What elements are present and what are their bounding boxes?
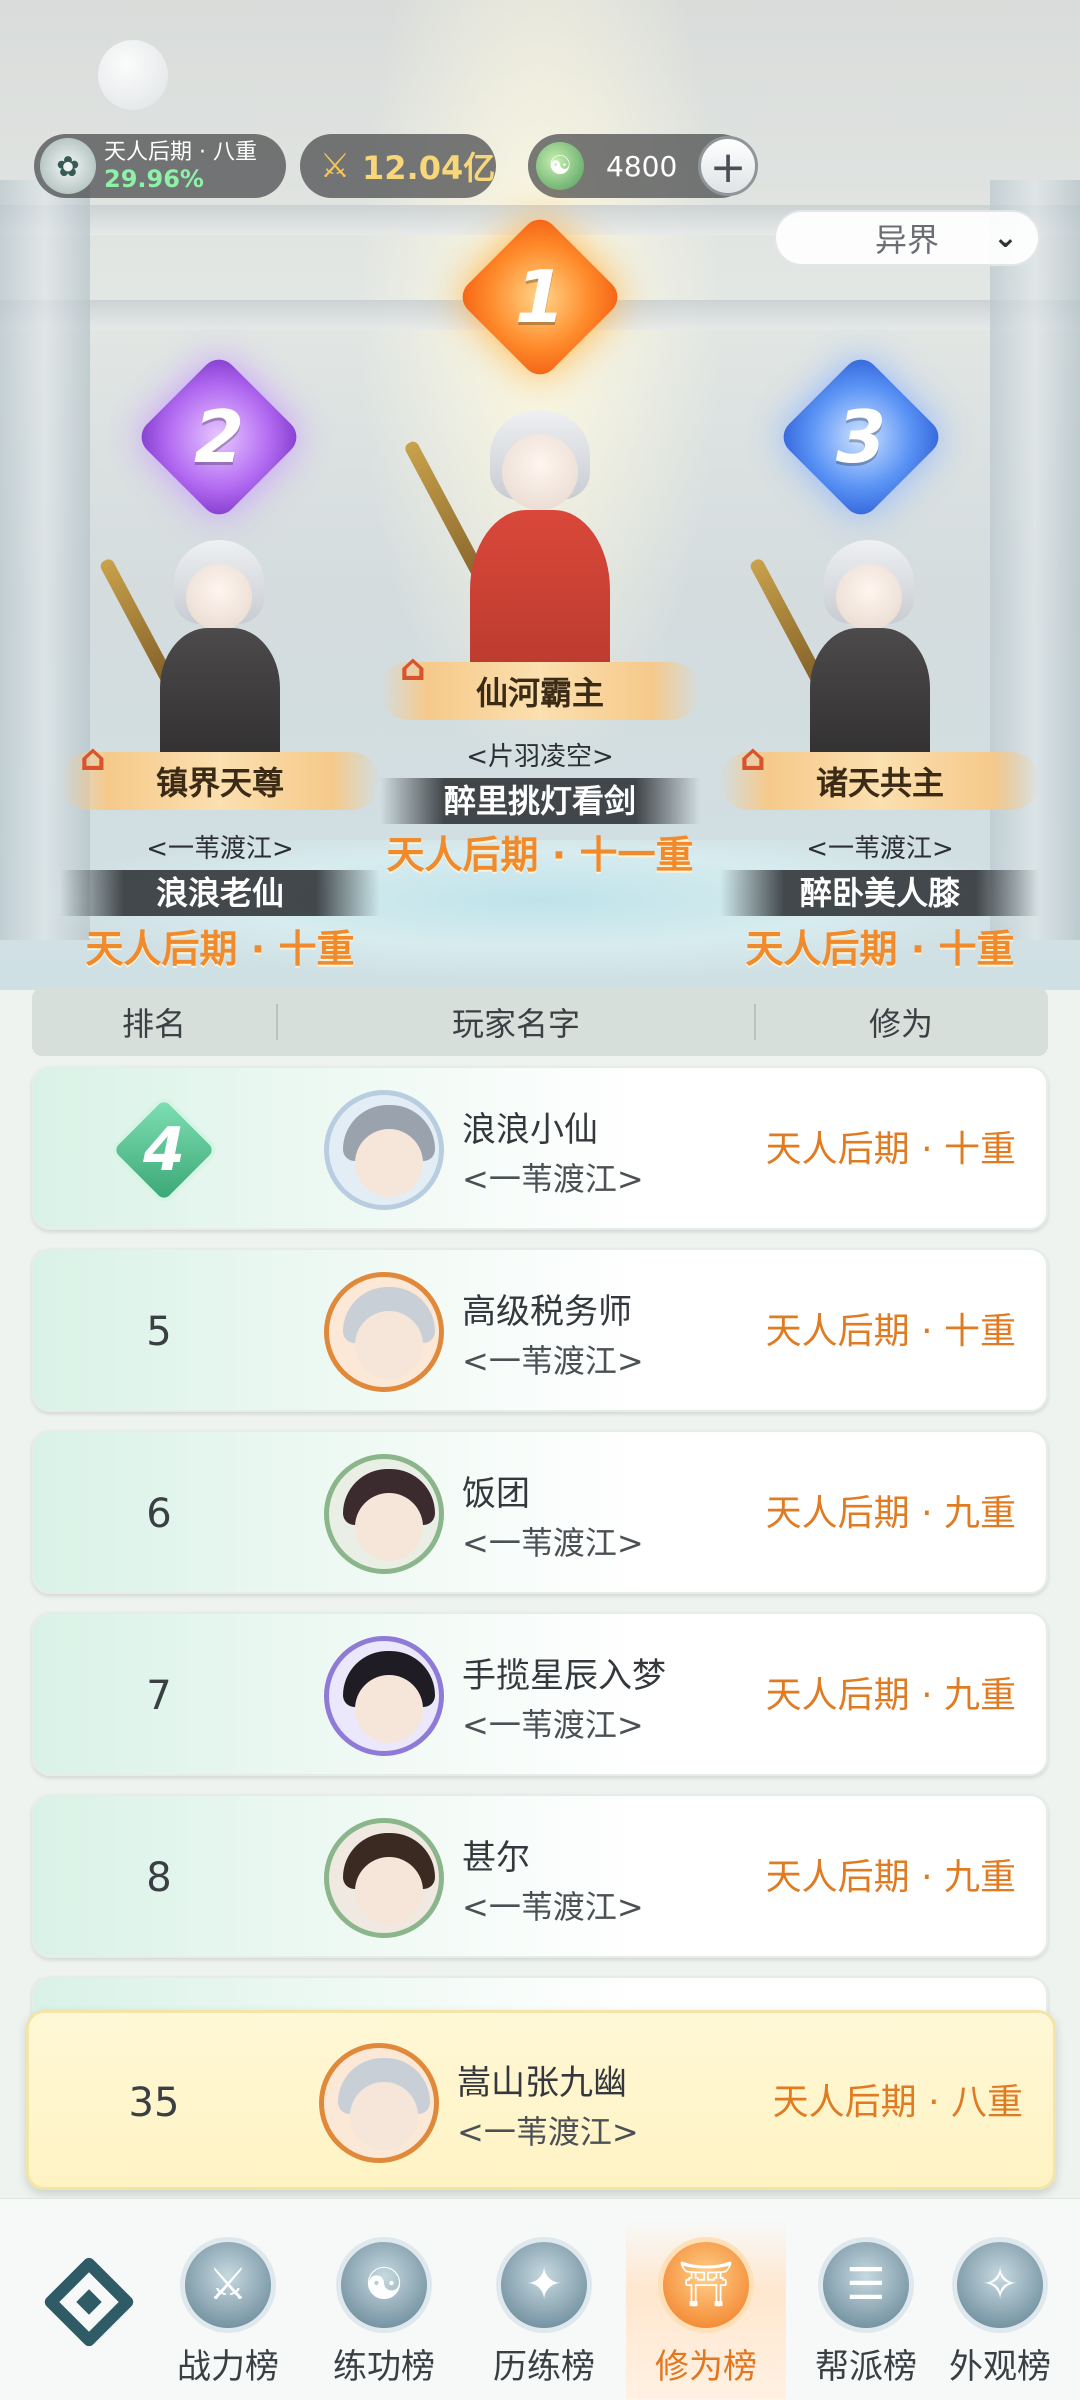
tab-cultivation-ranking[interactable]: ⛩ 修为榜 (626, 2219, 786, 2399)
sword-icon: ⚔ (180, 2237, 276, 2333)
rank-3-emblem: 3 (776, 352, 946, 522)
table-row[interactable]: 5 高级税务师 <一苇渡江> 天人后期 · 十重 (32, 1248, 1048, 1412)
table-row[interactable]: 4 浪浪小仙 <一苇渡江> 天人后期 · 十重 (32, 1066, 1048, 1230)
rank-1-player-name[interactable]: 醉里挑灯看剑 (380, 778, 700, 824)
row-level: 天人后期 · 九重 (765, 1857, 1016, 1898)
header-rank: 排名 (121, 1005, 186, 1043)
add-jade-button[interactable]: + (698, 136, 758, 196)
jade-currency[interactable]: ☯ 4800 + (528, 134, 758, 198)
row-rank: 4 (143, 1115, 185, 1185)
chevron-down-icon: ⌄ (992, 220, 1018, 255)
avatar[interactable] (319, 2043, 439, 2163)
table-row[interactable]: 6 饭团 <一苇渡江> 天人后期 · 九重 (32, 1430, 1048, 1594)
realm-dropdown-value: 异界 (874, 221, 939, 259)
rank-3-guild: <一苇渡江> (806, 834, 954, 864)
row-guild-name: <一苇渡江> (457, 2113, 639, 2151)
compass-icon: ✦ (496, 2237, 592, 2333)
row-rank: 5 (146, 1309, 172, 1355)
rank-2-character[interactable] (98, 520, 310, 780)
avatar[interactable] (324, 1090, 444, 1210)
rank-2-title-plaque: ⌂ 镇界天尊 (60, 738, 380, 810)
tab-power-ranking[interactable]: ⚔ 战力榜 (148, 2219, 308, 2399)
pavilion-icon: ⌂ (80, 738, 106, 779)
tab-training-ranking[interactable]: ☯ 练功榜 (304, 2219, 464, 2399)
realm-avatar-icon: ✿ (40, 138, 96, 194)
row-player-name: 高级税务师 (462, 1292, 632, 1332)
row-player-name: 手揽星辰入梦 (462, 1656, 666, 1696)
row-level: 天人后期 · 九重 (765, 1675, 1016, 1716)
row-player-name: 甚尔 (462, 1838, 530, 1878)
row-guild-name: <一苇渡江> (462, 1888, 644, 1926)
avatar[interactable] (324, 1454, 444, 1574)
row-level: 天人后期 · 十重 (765, 1129, 1016, 1170)
realm-label: 天人后期 · 八重 (104, 140, 257, 165)
row-rank: 6 (146, 1491, 172, 1537)
rank-2-emblem: 2 (134, 352, 304, 522)
bottom-nav: ⚔ 战力榜 ☯ 练功榜 ✦ 历练榜 ⛩ 修为榜 ☰ 帮派榜 ✧ 外观榜 (0, 2198, 1080, 2400)
rank-3-level: 天人后期 · 十重 (745, 927, 1015, 971)
rank-1-title-plaque: ⌂ 仙河霸主 (380, 648, 700, 720)
pavilion-icon: ⌂ (740, 738, 766, 779)
taiji-icon: ☯ (336, 2237, 432, 2333)
avatar[interactable] (324, 1272, 444, 1392)
row-guild-name: <一苇渡江> (462, 1706, 644, 1744)
avatar[interactable] (324, 1636, 444, 1756)
row-level: 天人后期 · 十重 (765, 1311, 1016, 1352)
row-guild-name: <一苇渡江> (462, 1524, 644, 1562)
row-level: 天人后期 · 九重 (765, 1493, 1016, 1534)
realm-progress: 29.96% (104, 165, 204, 193)
jade-value: 4800 (606, 149, 678, 183)
moon-decoration (98, 40, 168, 110)
power-value: 12.04亿 (362, 149, 496, 187)
header-cultivation: 修为 (868, 1005, 933, 1043)
realm-dropdown[interactable]: 异界 ⌄ (774, 210, 1040, 266)
my-ranking-row[interactable]: 35 嵩山张九幽 <一苇渡江> 天人后期 · 八重 (26, 2010, 1056, 2190)
ranking-table-header: 排名 玩家名字 修为 (32, 988, 1048, 1056)
rank-2-level: 天人后期 · 十重 (85, 927, 355, 971)
crossed-swords-icon: ⚔ (319, 146, 351, 186)
row-player-name: 饭团 (462, 1474, 530, 1514)
bamboo-hat-icon: ⛩ (658, 2237, 754, 2333)
rank-1-character[interactable] (403, 370, 650, 710)
table-row[interactable]: 8 甚尔 <一苇渡江> 天人后期 · 九重 (32, 1794, 1048, 1958)
rank-1-emblem: 1 (455, 212, 625, 382)
rank-3-player-name[interactable]: 醉卧美人膝 (720, 870, 1040, 916)
combat-power[interactable]: ⚔ 12.04亿 (300, 134, 496, 198)
rank-3-title-plaque: ⌂ 诸天共主 (720, 738, 1040, 810)
avatar[interactable] (324, 1818, 444, 1938)
rank-1-guild: <片羽凌空> (466, 742, 614, 772)
home-diamond-icon[interactable] (34, 2247, 144, 2357)
row-guild-name: <一苇渡江> (462, 1160, 644, 1198)
row-guild-name: <一苇渡江> (462, 1342, 644, 1380)
temple-pillar (990, 180, 1080, 940)
jade-coin-icon: ☯ (536, 142, 584, 190)
header-player-name: 玩家名字 (451, 1005, 580, 1043)
row-rank: 7 (146, 1673, 172, 1719)
rank-1-level: 天人后期 · 十一重 (386, 833, 694, 877)
row-rank: 35 (128, 2080, 180, 2126)
row-level: 天人后期 · 八重 (772, 2082, 1023, 2123)
rank-2-guild: <一苇渡江> (146, 834, 294, 864)
temple-pillar (0, 180, 90, 940)
rank-2-player-name[interactable]: 浪浪老仙 (60, 870, 380, 916)
tab-appearance-ranking[interactable]: ✧ 外观榜 (920, 2219, 1080, 2399)
row-player-name: 浪浪小仙 (462, 1110, 598, 1150)
row-player-name: 嵩山张九幽 (457, 2063, 627, 2103)
realm-status[interactable]: ✿ 天人后期 · 八重 29.96% (34, 134, 286, 198)
pavilion-icon: ⌂ (400, 648, 426, 689)
table-row[interactable]: 7 手揽星辰入梦 <一苇渡江> 天人后期 · 九重 (32, 1612, 1048, 1776)
rank-3-character[interactable] (748, 520, 960, 780)
row-rank: 8 (146, 1855, 172, 1901)
scroll-icon: ☰ (818, 2237, 914, 2333)
tab-experience-ranking[interactable]: ✦ 历练榜 (464, 2219, 624, 2399)
costume-icon: ✧ (952, 2237, 1048, 2333)
